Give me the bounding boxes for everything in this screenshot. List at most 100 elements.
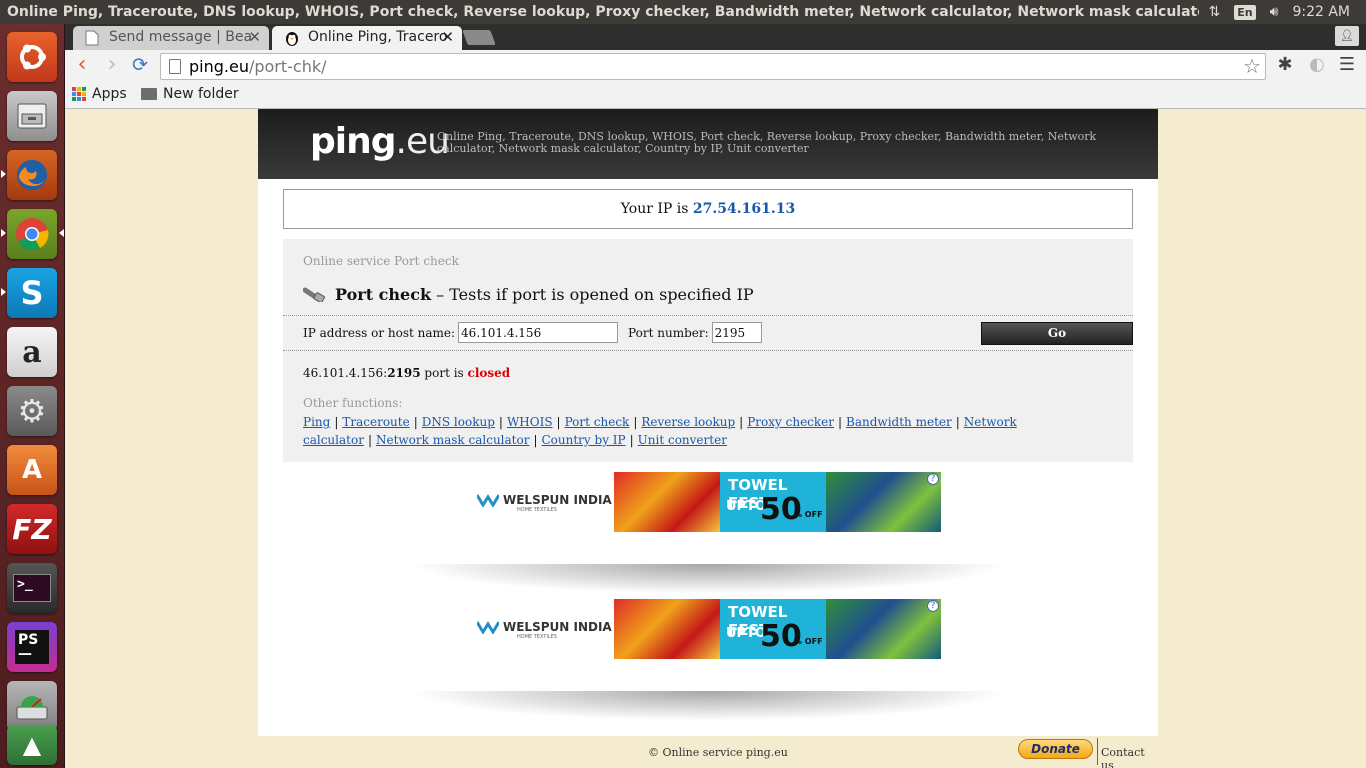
window-title: Online Ping, Traceroute, DNS lookup, WHO… [7, 4, 1199, 20]
service-label: Online service Port check [303, 254, 459, 268]
ad-promo-off: % OFF [794, 637, 823, 646]
chrome-menu-icon[interactable]: ☰ [1335, 54, 1359, 78]
function-link[interactable]: Reverse lookup [641, 415, 735, 429]
skype-icon[interactable]: S [7, 268, 57, 318]
ad-brand-sub: HOME TEXTILES [517, 507, 557, 513]
host-input[interactable] [458, 322, 619, 343]
bookmark-apps[interactable]: Apps [72, 86, 127, 102]
link-separator: | [367, 433, 372, 447]
site-logo[interactable]: ping.eu [310, 121, 450, 162]
amazon-icon[interactable]: a [7, 327, 57, 377]
ad-brand-panel: WELSPUN INDIA HOME TEXTILES [473, 472, 614, 532]
ad-towels-image [826, 472, 941, 532]
terminal-icon[interactable]: >_ [7, 563, 57, 613]
ad-info-icon[interactable]: ? [927, 473, 939, 485]
footer-divider [1097, 738, 1098, 765]
tab-strip: Send message | Bea ✕ Online Ping, Tracer… [65, 24, 1366, 50]
ad-info-icon[interactable]: ? [927, 600, 939, 612]
phpstorm-icon[interactable]: PS — [7, 622, 57, 672]
tab-online-ping[interactable]: Online Ping, Tracero ✕ [272, 26, 462, 50]
function-link[interactable]: Unit converter [638, 433, 727, 447]
ad-promo: TOWEL FEST UPTO 50 % OFF [720, 472, 826, 532]
function-link[interactable]: Ping [303, 415, 330, 429]
ad-banner[interactable]: WELSPUN INDIA HOME TEXTILES TOWEL FEST U… [473, 599, 941, 659]
address-path: /port-chk/ [248, 57, 327, 76]
system-settings-icon[interactable]: ⚙ [7, 386, 57, 436]
logo-text-ping: ping [310, 121, 397, 162]
site-header: ping.eu Online Ping, Traceroute, DNS loo… [258, 109, 1158, 179]
page-heading: Port check – Tests if port is opened on … [335, 285, 754, 304]
bookmark-star-icon[interactable]: ☆ [1243, 54, 1261, 78]
link-separator: | [413, 415, 418, 429]
close-icon[interactable]: ✕ [441, 28, 454, 46]
ad-promo: TOWEL FEST UPTO 50 % OFF [720, 599, 826, 659]
forward-button[interactable]: › [100, 54, 124, 78]
page-icon [169, 59, 181, 74]
function-link[interactable]: Traceroute [342, 415, 409, 429]
function-link[interactable]: DNS lookup [422, 415, 495, 429]
page-viewport: ping.eu Online Ping, Traceroute, DNS loo… [65, 109, 1366, 768]
function-link[interactable]: Proxy checker [747, 415, 834, 429]
unity-launcher: S a ⚙ A FZ >_ PS — ▲ [0, 24, 65, 768]
function-link[interactable]: WHOIS [507, 415, 553, 429]
site-footer: © Online service ping.eu Donate Contact … [258, 736, 1158, 768]
result-ip: 46.101.4.156: [303, 366, 388, 380]
address-bar[interactable]: ping.eu/port-chk/ ☆ [160, 53, 1266, 80]
tab-send-message[interactable]: Send message | Bea ✕ [73, 26, 269, 50]
files-icon[interactable] [7, 91, 57, 141]
welspun-logo-icon [475, 492, 501, 508]
function-link[interactable]: Bandwidth meter [846, 415, 952, 429]
ad-brand-sub: HOME TEXTILES [517, 634, 557, 640]
your-ip-box: Your IP is 27.54.161.13 [283, 189, 1133, 229]
result-text: port is [420, 366, 468, 380]
extension-bug-icon[interactable]: ✱ [1273, 54, 1297, 78]
host-label: IP address or host name: [303, 325, 456, 340]
chrome-icon[interactable] [7, 209, 57, 259]
other-functions-label: Other functions: [303, 396, 403, 410]
heading-title: Port check [335, 285, 432, 304]
network-cable-icon [302, 286, 325, 304]
reload-button[interactable]: ⟳ [128, 54, 152, 78]
divider [283, 315, 1133, 316]
update-manager-icon[interactable]: ▲ [7, 725, 57, 765]
port-label: Port number: [628, 325, 709, 340]
software-center-icon[interactable]: A [7, 445, 57, 495]
ad-towels-image [614, 599, 720, 659]
link-separator: | [838, 415, 843, 429]
extension-disabled-icon[interactable]: ◐ [1305, 54, 1329, 78]
ad-towels-image [614, 472, 720, 532]
keyboard-layout-indicator[interactable]: En [1234, 4, 1256, 20]
bookmark-new-folder[interactable]: New folder [141, 86, 239, 102]
function-link[interactable]: Network mask calculator [376, 433, 529, 447]
filezilla-icon[interactable]: FZ [7, 504, 57, 554]
function-link[interactable]: Port check [565, 415, 630, 429]
volume-icon[interactable]: 🔊︎ [1270, 4, 1279, 20]
bookmark-folder-label: New folder [163, 86, 239, 102]
ad-promo-off: % OFF [794, 510, 823, 519]
go-button[interactable]: Go [981, 322, 1133, 345]
disk-usage-icon[interactable] [7, 681, 57, 731]
back-button[interactable]: ‹ [70, 54, 94, 78]
link-separator: | [498, 415, 503, 429]
link-separator: | [955, 415, 960, 429]
close-icon[interactable]: ✕ [248, 28, 261, 46]
address-host: ping.eu [189, 57, 249, 76]
port-check-panel: Online service Port check Port check – T… [283, 239, 1133, 462]
welspun-logo-icon [475, 619, 501, 635]
top-panel: Online Ping, Traceroute, DNS lookup, WHO… [0, 0, 1366, 24]
clock[interactable]: 9:22 AM [1292, 4, 1350, 20]
donate-button[interactable]: Donate [1018, 739, 1093, 759]
network-icon[interactable]: ⇅ [1209, 4, 1221, 20]
port-input[interactable] [711, 322, 762, 343]
penguin-favicon-icon [284, 30, 300, 46]
contact-link[interactable]: Contact us [1101, 746, 1158, 768]
new-tab-button[interactable] [462, 30, 496, 45]
your-ip-value: 27.54.161.13 [692, 201, 796, 217]
user-profile-icon[interactable]: 👤︎ [1335, 26, 1359, 46]
ubuntu-dash-icon[interactable] [7, 32, 57, 82]
firefox-icon[interactable] [7, 150, 57, 200]
ad-banner[interactable]: WELSPUN INDIA HOME TEXTILES TOWEL FEST U… [473, 472, 941, 532]
document-icon [85, 30, 101, 46]
browser-window: Send message | Bea ✕ Online Ping, Tracer… [65, 24, 1366, 109]
function-link[interactable]: Country by IP [542, 433, 626, 447]
